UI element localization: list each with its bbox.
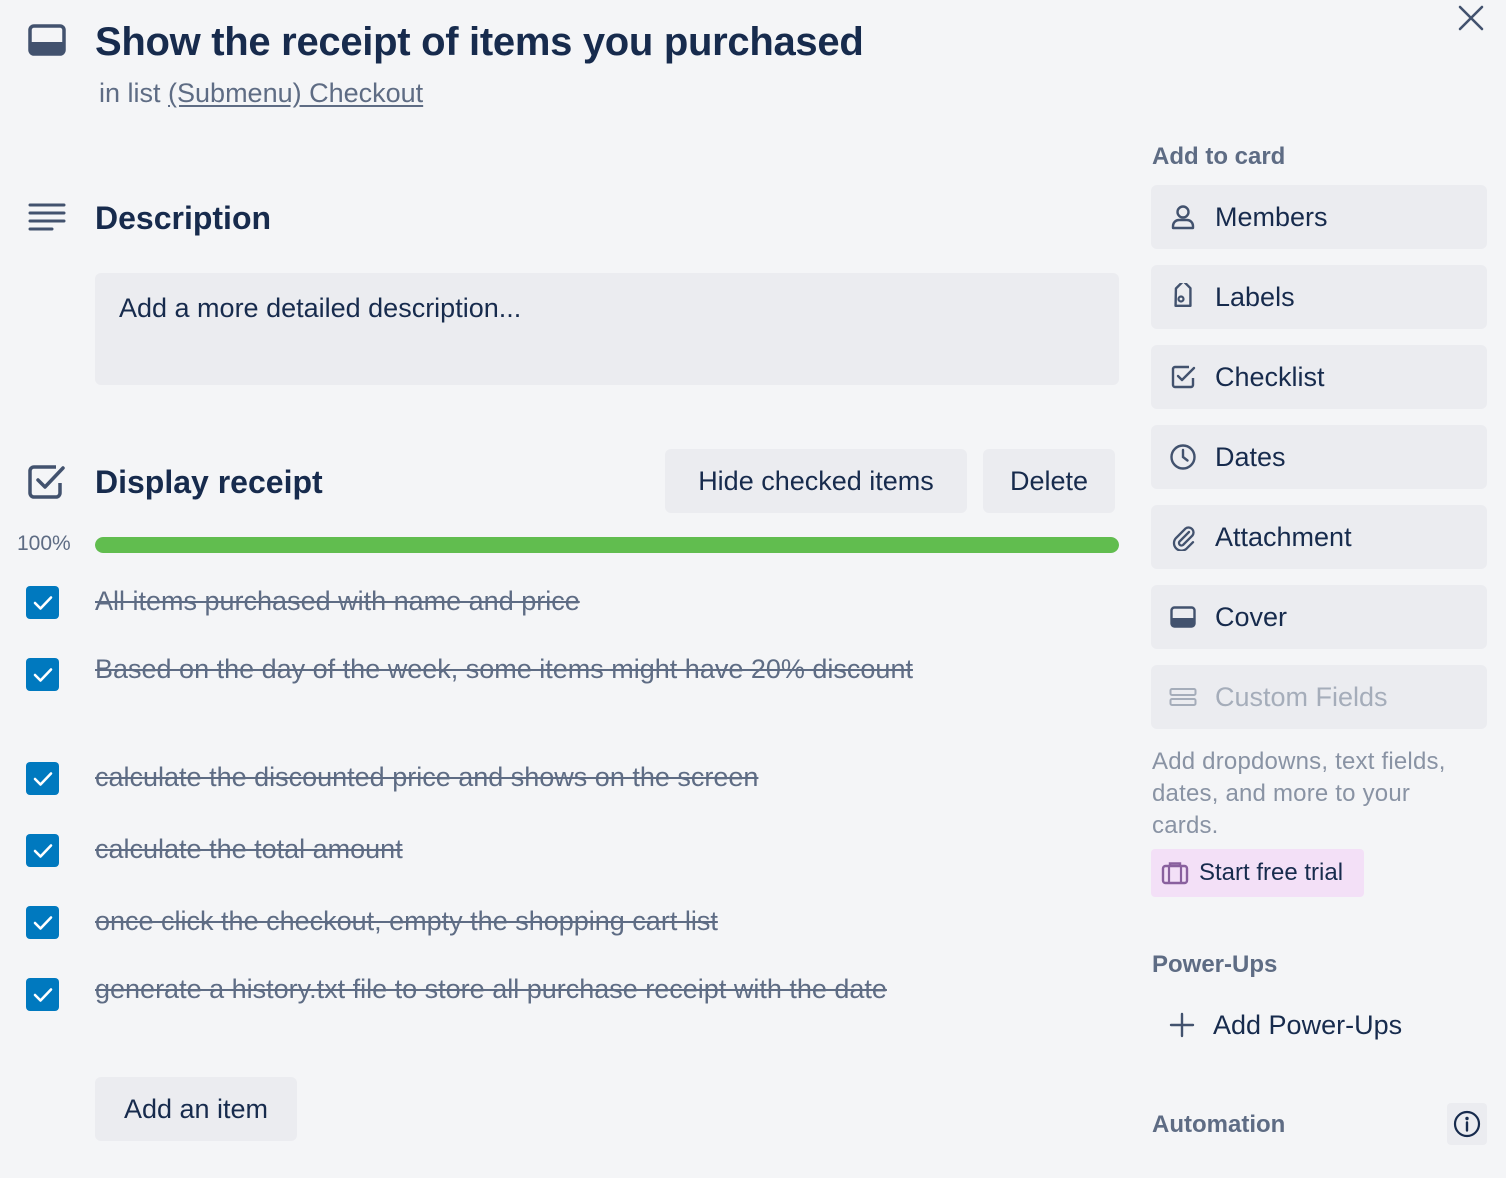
checklist-item-text[interactable]: generate a history.txt file to store all… xyxy=(95,969,915,1009)
progress-bar-fill xyxy=(95,537,1119,553)
checklist-item-checkbox[interactable] xyxy=(26,658,59,691)
checkbox-icon xyxy=(1169,363,1197,391)
custom-fields-icon xyxy=(1169,683,1197,711)
description-input[interactable]: Add a more detailed description... xyxy=(95,273,1119,385)
add-power-ups-label: Add Power-Ups xyxy=(1213,1009,1403,1040)
progress-percentage: 100% xyxy=(17,532,71,555)
hide-checked-items-button[interactable]: Hide checked items xyxy=(665,449,967,513)
checklist-item-text[interactable]: All items purchased with name and price xyxy=(95,581,915,621)
tag-icon xyxy=(1169,283,1197,311)
start-free-trial-label: Start free trial xyxy=(1199,859,1344,886)
list-prefix: in list xyxy=(99,78,161,108)
add-to-card-heading: Add to card xyxy=(1152,143,1286,170)
custom-fields-label: Custom Fields xyxy=(1215,681,1388,712)
members-button[interactable]: Members xyxy=(1151,185,1487,249)
checklist-item-text[interactable]: Based on the day of the week, some items… xyxy=(95,649,915,689)
progress-bar xyxy=(95,537,1119,553)
custom-fields-description: Add dropdowns, text fields, dates, and m… xyxy=(1152,748,1446,839)
card-cover-icon xyxy=(1169,603,1197,631)
dates-button[interactable]: Dates xyxy=(1151,425,1487,489)
clock-icon xyxy=(1169,443,1197,471)
labels-button[interactable]: Labels xyxy=(1151,265,1487,329)
checkmark-icon xyxy=(33,843,52,858)
card-title[interactable]: Show the receipt of items you purchased xyxy=(95,18,864,66)
description-heading: Description xyxy=(95,200,272,236)
briefcase-icon xyxy=(1161,861,1189,885)
checklist-item-text[interactable]: calculate the total amount xyxy=(95,829,915,869)
labels-label: Labels xyxy=(1215,281,1295,312)
info-icon xyxy=(1453,1110,1481,1138)
checklist-label: Checklist xyxy=(1215,361,1325,392)
checklist-item-checkbox[interactable] xyxy=(26,834,59,867)
checklist-title[interactable]: Display receipt xyxy=(95,462,323,502)
attachment-button[interactable]: Attachment xyxy=(1151,505,1487,569)
start-free-trial-button[interactable]: Start free trial xyxy=(1151,849,1364,897)
checkmark-icon xyxy=(33,987,52,1002)
checkmark-icon xyxy=(33,595,52,610)
checklist-item-checkbox[interactable] xyxy=(26,978,59,1011)
plus-icon xyxy=(1169,1012,1195,1038)
card-icon xyxy=(28,24,66,56)
description-icon xyxy=(28,202,66,234)
person-icon xyxy=(1169,203,1197,231)
checklist-item-checkbox[interactable] xyxy=(26,586,59,619)
checklist-icon xyxy=(28,464,66,500)
delete-checklist-button[interactable]: Delete xyxy=(983,449,1115,513)
checkmark-icon xyxy=(33,915,52,930)
list-reference: in list (Submenu) Checkout xyxy=(99,76,423,110)
list-link[interactable]: (Submenu) Checkout xyxy=(168,78,423,108)
close-icon xyxy=(1458,5,1484,31)
custom-fields-button: Custom Fields xyxy=(1151,665,1487,729)
checklist-item-checkbox[interactable] xyxy=(26,762,59,795)
power-ups-heading: Power-Ups xyxy=(1152,951,1278,978)
checkmark-icon xyxy=(33,771,52,786)
members-label: Members xyxy=(1215,201,1328,232)
close-button[interactable] xyxy=(1452,0,1490,36)
automation-info-button[interactable] xyxy=(1447,1103,1487,1145)
attachment-label: Attachment xyxy=(1215,521,1352,552)
checkmark-icon xyxy=(33,667,52,682)
cover-label: Cover xyxy=(1215,601,1288,632)
checklist-item-checkbox[interactable] xyxy=(26,906,59,939)
add-item-button[interactable]: Add an item xyxy=(95,1077,297,1141)
dates-label: Dates xyxy=(1215,441,1286,472)
paperclip-icon xyxy=(1169,523,1197,551)
checklist-item-text[interactable]: once click the checkout, empty the shopp… xyxy=(95,901,915,941)
add-power-ups-button[interactable]: Add Power-Ups xyxy=(1151,993,1487,1057)
checklist-button[interactable]: Checklist xyxy=(1151,345,1487,409)
cover-button[interactable]: Cover xyxy=(1151,585,1487,649)
automation-heading: Automation xyxy=(1152,1111,1286,1138)
checklist-item-text[interactable]: calculate the discounted price and shows… xyxy=(95,757,915,797)
